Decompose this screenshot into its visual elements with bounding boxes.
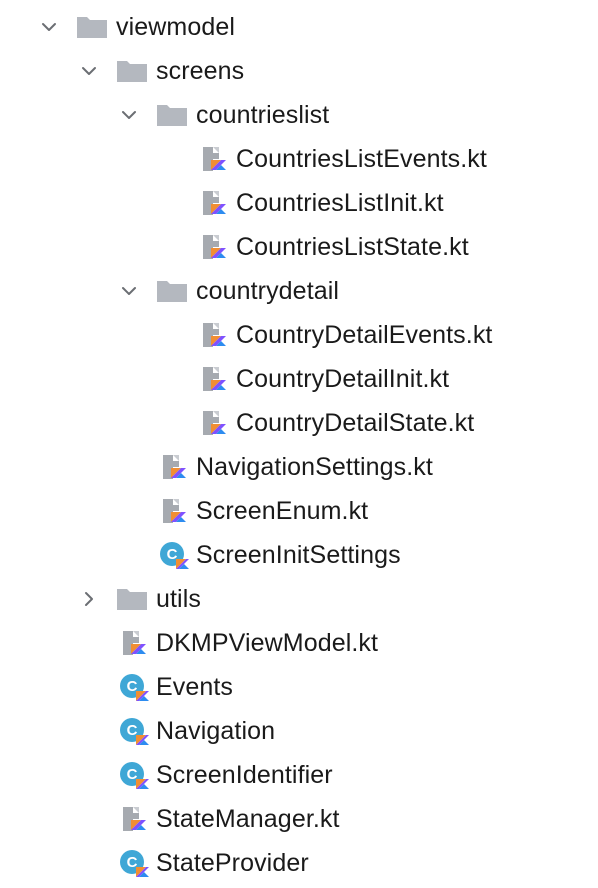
tree-node-label: StateProvider (156, 849, 309, 877)
tree-node-countrydetailevents-kt[interactable]: CountryDetailEvents.kt (0, 313, 598, 357)
tree-node-dkmpviewmodel-kt[interactable]: DKMPViewModel.kt (0, 621, 598, 665)
kotlin-class-icon: C (116, 841, 152, 885)
tree-node-screeninitsettings[interactable]: C ScreenInitSettings (0, 533, 598, 577)
tree-node-viewmodel[interactable]: viewmodel (0, 5, 598, 49)
tree-node-countrieslistinit-kt[interactable]: CountriesListInit.kt (0, 181, 598, 225)
tree-node-label: countrieslist (196, 101, 330, 129)
tree-node-label: ScreenIdentifier (156, 761, 333, 789)
tree-node-stateprovider[interactable]: C StateProvider (0, 841, 598, 885)
chevron-down-icon[interactable] (38, 5, 60, 49)
tree-node-label: CountriesListState.kt (236, 233, 469, 261)
tree-node-navigationsettings-kt[interactable]: NavigationSettings.kt (0, 445, 598, 489)
kotlin-file-icon (196, 225, 232, 269)
tree-node-utils[interactable]: utils (0, 577, 598, 621)
folder-icon (154, 269, 190, 313)
chevron-down-icon[interactable] (78, 49, 100, 93)
tree-node-navigation[interactable]: C Navigation (0, 709, 598, 753)
tree-node-label: countrydetail (196, 277, 340, 305)
svg-text:C: C (127, 678, 138, 695)
chevron-right-icon[interactable] (78, 577, 100, 621)
tree-node-label: viewmodel (116, 13, 236, 41)
kotlin-file-icon (196, 401, 232, 445)
tree-node-label: utils (156, 585, 201, 613)
kotlin-file-icon (116, 621, 152, 665)
tree-node-label: screens (156, 57, 245, 85)
folder-icon (114, 49, 150, 93)
kotlin-file-icon (196, 357, 232, 401)
folder-icon (154, 93, 190, 137)
chevron-down-icon[interactable] (118, 269, 140, 313)
kotlin-file-icon (156, 445, 192, 489)
kotlin-file-icon (156, 489, 192, 533)
kotlin-file-icon (196, 181, 232, 225)
tree-node-countrieslist[interactable]: countrieslist (0, 93, 598, 137)
tree-node-label: CountryDetailEvents.kt (236, 321, 493, 349)
tree-node-countriesliststate-kt[interactable]: CountriesListState.kt (0, 225, 598, 269)
tree-node-label: Navigation (156, 717, 276, 745)
svg-text:C: C (127, 722, 138, 739)
tree-node-statemanager-kt[interactable]: StateManager.kt (0, 797, 598, 841)
kotlin-class-icon: C (116, 709, 152, 753)
svg-text:C: C (167, 546, 178, 563)
tree-node-events[interactable]: C Events (0, 665, 598, 709)
tree-node-countrydetailinit-kt[interactable]: CountryDetailInit.kt (0, 357, 598, 401)
kotlin-file-icon (116, 797, 152, 841)
project-tree: viewmodel screens countrieslist CountriesLi… (0, 0, 598, 888)
tree-node-label: ScreenEnum.kt (196, 497, 369, 525)
tree-node-countrydetail[interactable]: countrydetail (0, 269, 598, 313)
kotlin-file-icon (196, 137, 232, 181)
folder-icon (114, 577, 150, 621)
chevron-down-icon[interactable] (118, 93, 140, 137)
tree-node-label: Events (156, 673, 234, 701)
tree-node-label: CountriesListEvents.kt (236, 145, 487, 173)
kotlin-file-icon (196, 313, 232, 357)
kotlin-class-icon: C (156, 533, 192, 577)
tree-node-label: CountryDetailInit.kt (236, 365, 450, 393)
tree-node-label: StateManager.kt (156, 805, 340, 833)
tree-node-label: CountryDetailState.kt (236, 409, 475, 437)
tree-node-countrieslistevents-kt[interactable]: CountriesListEvents.kt (0, 137, 598, 181)
tree-node-label: DKMPViewModel.kt (156, 629, 379, 657)
tree-node-label: ScreenInitSettings (196, 541, 401, 569)
tree-node-label: NavigationSettings.kt (196, 453, 433, 481)
folder-icon (74, 5, 110, 49)
tree-node-label: CountriesListInit.kt (236, 189, 444, 217)
tree-node-screenidentifier[interactable]: C ScreenIdentifier (0, 753, 598, 797)
tree-node-countrydetailstate-kt[interactable]: CountryDetailState.kt (0, 401, 598, 445)
tree-node-screens[interactable]: screens (0, 49, 598, 93)
kotlin-class-icon: C (116, 665, 152, 709)
svg-text:C: C (127, 854, 138, 871)
kotlin-class-icon: C (116, 753, 152, 797)
svg-text:C: C (127, 766, 138, 783)
tree-node-screenenum-kt[interactable]: ScreenEnum.kt (0, 489, 598, 533)
